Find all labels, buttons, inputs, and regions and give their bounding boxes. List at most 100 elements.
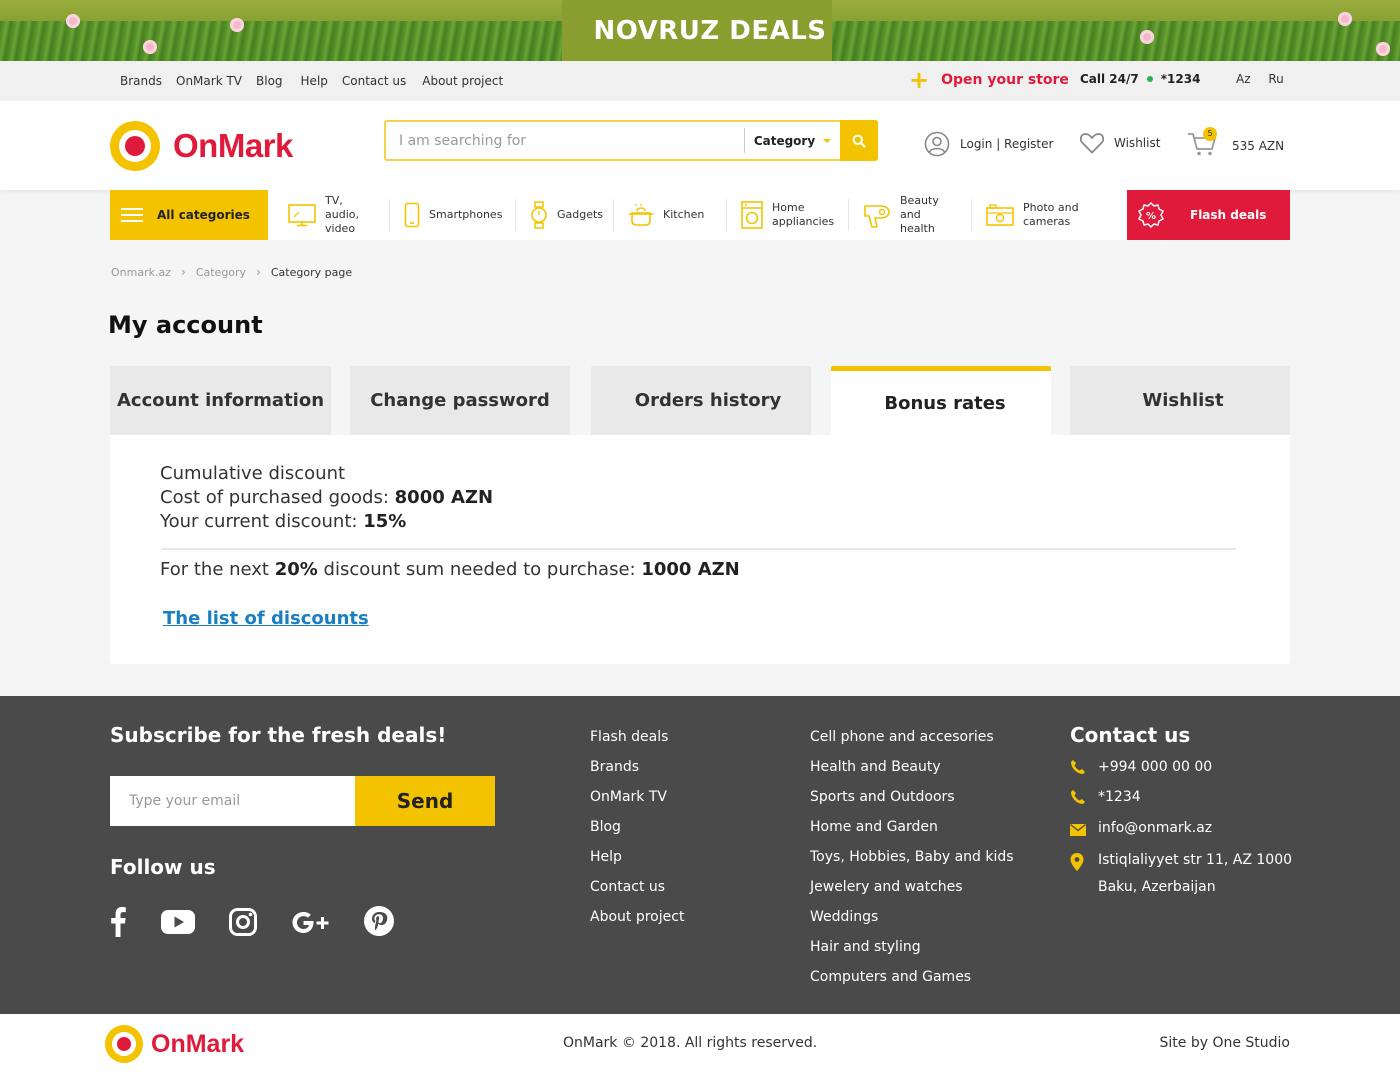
all-categories-button[interactable]: All categories [110, 190, 268, 240]
contact-email-text: info@onmark.az [1098, 819, 1213, 836]
cart-icon-wrap: 5 [1187, 127, 1217, 160]
footer-category-link[interactable]: Weddings [810, 909, 1014, 939]
tab-orders-history[interactable]: Orders history [591, 366, 811, 435]
category-select-label: Category [753, 133, 816, 148]
wishlist-link[interactable]: Wishlist [1079, 131, 1160, 155]
footer-logo[interactable]: OnMark [105, 1025, 244, 1063]
next-discount-line: For the next 20% discount sum needed to … [160, 559, 740, 580]
top-bar: Brands OnMark TV Blog Help Contact us Ab… [0, 61, 1400, 101]
facebook-icon[interactable] [110, 907, 126, 937]
footer-logo-text: OnMark [151, 1029, 245, 1058]
caret-down-icon [823, 138, 832, 143]
top-link-contact[interactable]: Contact us [342, 74, 406, 88]
cart-link[interactable]: 5 535 AZN [1187, 127, 1284, 160]
flash-deals-button[interactable]: % Flash deals [1127, 190, 1290, 240]
flower-decoration [1140, 30, 1154, 44]
youtube-icon[interactable] [161, 910, 195, 934]
login-link[interactable]: Login | Register [924, 131, 1053, 157]
footer-link-onmark-tv[interactable]: OnMark TV [590, 789, 684, 819]
current-discount-label: Your current discount: [160, 511, 358, 532]
bonus-rates-panel: Cumulative discount Cost of purchased go… [110, 435, 1290, 664]
subscribe-email-input[interactable]: Type your email [110, 776, 355, 826]
current-discount-value: 15% [363, 511, 407, 532]
footer-link-brands[interactable]: Brands [590, 759, 684, 789]
footer-category-link[interactable]: Hair and styling [810, 939, 1014, 969]
footer-link-blog[interactable]: Blog [590, 819, 684, 849]
footer-categories-column: Cell phone and accesories Health and Bea… [810, 729, 1014, 999]
google-plus-icon[interactable] [292, 911, 330, 935]
search-bar: Category [384, 120, 878, 161]
category-label: Kitchen [663, 208, 705, 221]
category-label: Photo and cameras [1023, 201, 1079, 228]
footer-category-link[interactable]: Health and Beauty [810, 759, 1014, 789]
smartphone-icon [404, 202, 420, 228]
footer-link-about[interactable]: About project [590, 909, 684, 939]
lang-ru[interactable]: Ru [1268, 72, 1283, 86]
promo-banner[interactable]: NOVRUZ DEALS [0, 0, 1400, 61]
wishlist-label: Wishlist [1114, 136, 1161, 150]
open-store-link[interactable]: + Open your store [909, 66, 1069, 94]
next-middle: discount sum needed to purchase: [323, 559, 636, 580]
copyright: OnMark © 2018. All rights reserved. [563, 1035, 818, 1051]
footer-link-help[interactable]: Help [590, 849, 684, 879]
next-percent: 20% [274, 559, 318, 580]
lang-az[interactable]: Az [1236, 72, 1251, 86]
logo[interactable]: OnMark [110, 121, 293, 171]
phone-icon [1071, 790, 1085, 804]
top-link-brands[interactable]: Brands [120, 74, 162, 88]
footer-link-contact[interactable]: Contact us [590, 879, 684, 909]
promo-title: NOVRUZ DEALS [593, 16, 827, 46]
call-number[interactable]: *1234 [1161, 72, 1201, 86]
footer-category-link[interactable]: Cell phone and accesories [810, 729, 1014, 759]
search-button[interactable] [840, 120, 878, 161]
footer-link-flash-deals[interactable]: Flash deals [590, 729, 684, 759]
breadcrumb: Onmark.az › Category › Category page [111, 265, 352, 279]
footer-category-link[interactable]: Toys, Hobbies, Baby and kids [810, 849, 1014, 879]
current-discount-line: Your current discount: 15% [160, 511, 406, 532]
footer-category-link[interactable]: Jewelery and watches [810, 879, 1014, 909]
contact-email[interactable]: info@onmark.az [1070, 819, 1212, 836]
language-switcher: Az Ru [1236, 72, 1298, 86]
footer-category-link[interactable]: Sports and Outdoors [810, 789, 1014, 819]
category-photo-and-cameras[interactable]: Photo and cameras [972, 199, 1098, 231]
category-select[interactable]: Category [744, 128, 840, 153]
breadcrumb-home[interactable]: Onmark.az [111, 266, 171, 279]
subscribe-send-button[interactable]: Send [355, 776, 495, 826]
discount-list-link[interactable]: The list of discounts [163, 608, 369, 629]
footer-category-link[interactable]: Home and Garden [810, 819, 1014, 849]
pinterest-icon[interactable] [364, 906, 394, 936]
logo-text: OnMark [173, 127, 293, 164]
category-kitchen[interactable]: Kitchen [614, 199, 727, 231]
phone-icon [1071, 760, 1085, 774]
category-tv-audio-video[interactable]: TV, audio, video [268, 194, 390, 235]
category-smartphones[interactable]: Smartphones [390, 199, 516, 231]
top-link-onmark-tv[interactable]: OnMark TV [176, 74, 242, 88]
breadcrumb-category[interactable]: Category [196, 266, 246, 279]
tab-wishlist[interactable]: Wishlist [1070, 366, 1290, 435]
heart-icon [1079, 133, 1105, 154]
search-input[interactable] [386, 122, 744, 159]
top-link-help[interactable]: Help [301, 74, 328, 88]
tab-account-information[interactable]: Account information [110, 366, 331, 435]
category-label: Gadgets [557, 208, 604, 221]
top-link-about[interactable]: About project [422, 74, 503, 88]
category-home-appliancies[interactable]: Home appliancies [727, 199, 849, 231]
cost-label: Cost of purchased goods: [160, 487, 389, 508]
watch-icon [531, 201, 547, 229]
contact-short-phone[interactable]: *1234 [1070, 789, 1141, 805]
footer-category-link[interactable]: Computers and Games [810, 969, 1014, 999]
category-gadgets[interactable]: Gadgets [516, 199, 614, 231]
tab-change-password[interactable]: Change password [350, 366, 570, 435]
site-credit[interactable]: Site by One Studio [1160, 1035, 1291, 1051]
plus-icon: + [909, 66, 930, 94]
category-label: Smartphones [429, 208, 503, 221]
tab-bonus-rates[interactable]: Bonus rates [831, 366, 1051, 435]
chevron-right-icon: › [181, 265, 186, 279]
flower-decoration [66, 14, 80, 28]
contact-address: Istiqlaliyyet str 11, AZ 1000 [1070, 849, 1292, 871]
instagram-icon[interactable] [229, 908, 257, 936]
hair-dryer-icon [864, 205, 890, 228]
top-link-blog[interactable]: Blog [256, 74, 283, 88]
contact-phone[interactable]: +994 000 00 00 [1070, 759, 1212, 775]
category-beauty-and-health[interactable]: Beauty and health [849, 194, 972, 235]
